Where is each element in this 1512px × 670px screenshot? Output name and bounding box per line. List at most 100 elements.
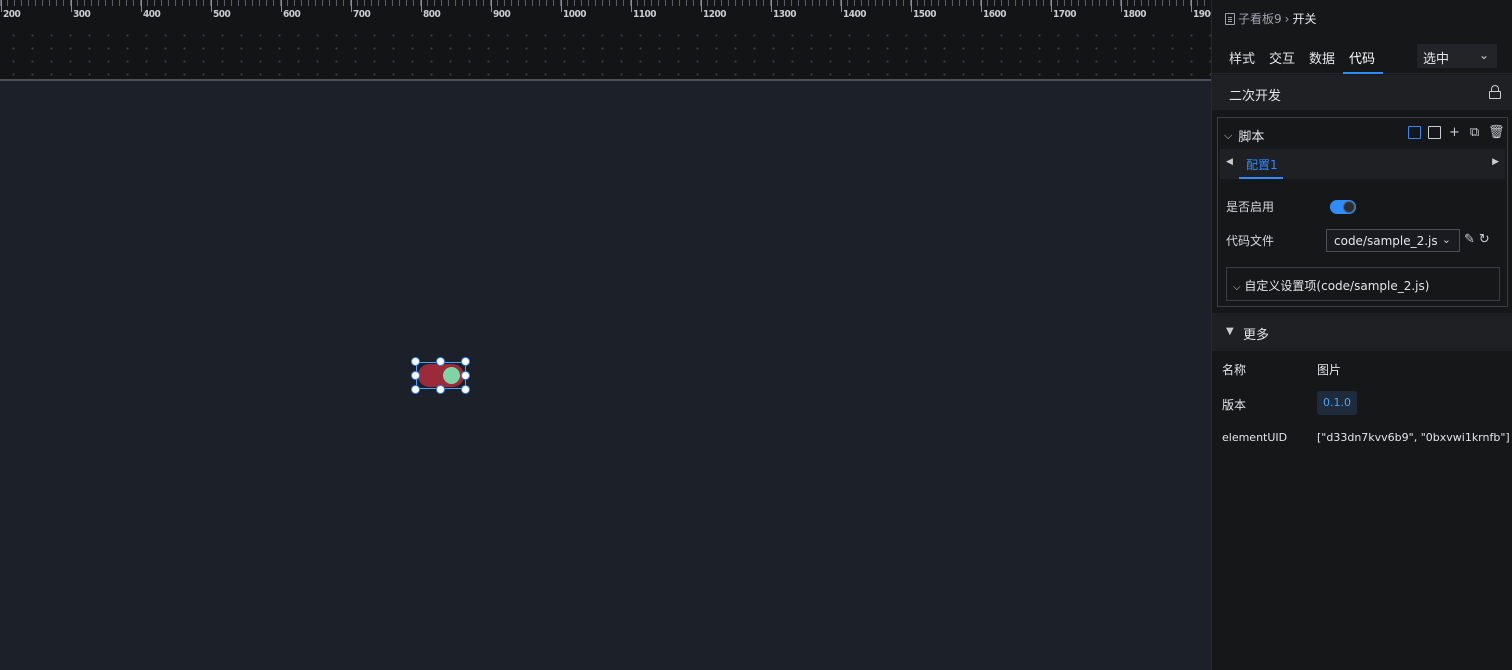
chevron-down-icon: ⌄ xyxy=(1478,48,1489,62)
custom-settings-collapse[interactable]: ⌵ 自定义设置项(code/sample_2.js) xyxy=(1226,267,1500,301)
tab-config-1[interactable]: 配置1 xyxy=(1246,156,1278,173)
document-icon xyxy=(1225,12,1235,25)
code-file-value: code/sample_2.js xyxy=(1334,234,1438,248)
ruler-major-tick xyxy=(981,0,982,12)
chevron-down-icon: ⌄ xyxy=(1441,233,1451,246)
secondary-dev-section-header: 二次开发 xyxy=(1212,75,1512,110)
ruler-label: 700 xyxy=(353,9,371,20)
element-uid-value: ["d33dn7kvv6b9", "0bxvwi1krnfb"] xyxy=(1317,431,1510,444)
tab-data[interactable]: 数据 xyxy=(1309,48,1335,67)
caret-down-icon: ▼ xyxy=(1226,326,1234,337)
ruler-label: 1600 xyxy=(983,9,1007,20)
resize-handle-bottom-right[interactable] xyxy=(461,385,470,394)
ruler-major-tick xyxy=(631,0,632,12)
scroll-right-icon[interactable]: ▶ xyxy=(1492,157,1499,167)
resize-handle-top[interactable] xyxy=(436,357,445,366)
ruler-label: 800 xyxy=(423,9,441,20)
ruler-label: 400 xyxy=(143,9,161,20)
ruler-label: 500 xyxy=(213,9,231,20)
version-badge: 0.1.0 xyxy=(1317,391,1357,415)
ruler-major-tick xyxy=(491,0,492,12)
name-value: 图片 xyxy=(1317,363,1342,377)
ruler-major-tick xyxy=(421,0,422,12)
canvas-top-border xyxy=(0,79,1211,81)
trash-icon[interactable]: 🗑 xyxy=(1488,126,1505,139)
ruler-major-tick xyxy=(911,0,912,12)
resize-handle-bottom[interactable] xyxy=(436,385,445,394)
ruler-label: 300 xyxy=(73,9,91,20)
ruler-label: 1000 xyxy=(563,9,587,20)
script-header[interactable]: ⌵ 脚本 xyxy=(1224,126,1265,146)
element-uid-label: elementUID xyxy=(1222,431,1288,444)
ruler-major-tick xyxy=(351,0,352,12)
lock-icon[interactable] xyxy=(1489,85,1501,99)
editor-canvas[interactable]: 200 300 400 500 600 700 800 900 1000 1100 1200 1300… xyxy=(0,0,1211,670)
more-section-header[interactable]: ▼ 更多 xyxy=(1212,313,1512,351)
script-group: ⌵ 脚本 + ⧉ 🗑 ◀ 配置1 ▶ 是否启用 代码文件 code/sample… xyxy=(1217,117,1508,307)
ruler-major-tick xyxy=(561,0,562,12)
ruler-label: 1200 xyxy=(703,9,727,20)
resize-handle-top-left[interactable] xyxy=(411,357,420,366)
ruler-label: 1400 xyxy=(843,9,867,20)
tab-code[interactable]: 代码 xyxy=(1349,48,1375,67)
script-toolbar: + ⧉ 🗑 xyxy=(1408,126,1505,139)
script-title: 脚本 xyxy=(1238,130,1265,145)
version-label: 版本 xyxy=(1222,398,1247,412)
config-tab-indicator xyxy=(1239,177,1283,179)
ruler-label: 1500 xyxy=(913,9,937,20)
ruler-major-tick xyxy=(841,0,842,12)
tab-style[interactable]: 样式 xyxy=(1229,48,1255,67)
ruler-label: 1100 xyxy=(633,9,657,20)
section-title: 二次开发 xyxy=(1229,89,1282,104)
ruler-major-tick xyxy=(771,0,772,12)
breadcrumb-current: 开关 xyxy=(1292,12,1317,26)
scroll-left-icon[interactable]: ◀ xyxy=(1226,157,1233,167)
ruler-label: 1800 xyxy=(1123,9,1147,20)
copy-icon[interactable]: ⧉ xyxy=(1468,126,1481,139)
breadcrumb: 子看板9 › 开关 xyxy=(1225,10,1316,27)
mode-select[interactable]: 选中 ⌄ xyxy=(1417,44,1497,68)
properties-panel: 子看板9 › 开关 样式 交互 数据 代码 选中 ⌄ 二次开发 ⌵ 脚本 + ⧉… xyxy=(1211,0,1512,670)
ruler-label: 1300 xyxy=(773,9,797,20)
chevron-down-icon: ⌵ xyxy=(1233,282,1241,293)
breadcrumb-separator: › xyxy=(1284,11,1290,26)
ruler-label: 1700 xyxy=(1053,9,1077,20)
code-file-select[interactable]: code/sample_2.js ⌄ xyxy=(1326,229,1460,252)
enabled-label: 是否启用 xyxy=(1226,200,1275,214)
switch-knob xyxy=(443,367,460,384)
ruler-major-tick xyxy=(141,0,142,12)
ruler-grid-strip xyxy=(0,25,1211,79)
file-actions: ✎ ↻ xyxy=(1464,232,1490,247)
ruler-major-tick xyxy=(281,0,282,12)
active-tab-indicator xyxy=(1343,72,1383,74)
tab-interaction[interactable]: 交互 xyxy=(1269,48,1295,67)
layout-icon[interactable] xyxy=(1408,126,1421,139)
ruler-label: 200 xyxy=(3,9,21,20)
ruler-major-tick xyxy=(701,0,702,12)
resize-handle-right[interactable] xyxy=(461,371,470,380)
refresh-icon[interactable]: ↻ xyxy=(1479,232,1490,247)
custom-settings-label: 自定义设置项(code/sample_2.js) xyxy=(1244,279,1430,293)
enabled-toggle[interactable] xyxy=(1330,200,1356,214)
horizontal-ruler: 200 300 400 500 600 700 800 900 1000 1100 1200 1300… xyxy=(0,0,1211,25)
grid-layout-icon[interactable] xyxy=(1428,126,1441,139)
ruler-label: 1900 xyxy=(1193,9,1211,20)
name-label: 名称 xyxy=(1222,363,1247,377)
pencil-icon[interactable]: ✎ xyxy=(1464,232,1475,247)
ruler-label: 600 xyxy=(283,9,301,20)
breadcrumb-parent[interactable]: 子看板9 xyxy=(1238,10,1282,27)
config-tabs: ◀ 配置1 ▶ xyxy=(1220,149,1505,179)
switch-track xyxy=(418,364,464,387)
resize-handle-top-right[interactable] xyxy=(461,357,470,366)
resize-handle-left[interactable] xyxy=(411,371,420,380)
ruler-major-tick xyxy=(71,0,72,12)
ruler-major-tick xyxy=(211,0,212,12)
add-icon[interactable]: + xyxy=(1448,126,1461,139)
resize-handle-bottom-left[interactable] xyxy=(411,385,420,394)
mode-select-value: 选中 xyxy=(1423,52,1450,67)
ruler-major-tick xyxy=(1051,0,1052,12)
ruler-major-tick xyxy=(1191,0,1192,12)
ruler-major-tick xyxy=(1,0,2,12)
ruler-label: 900 xyxy=(493,9,511,20)
code-file-label: 代码文件 xyxy=(1226,234,1275,248)
